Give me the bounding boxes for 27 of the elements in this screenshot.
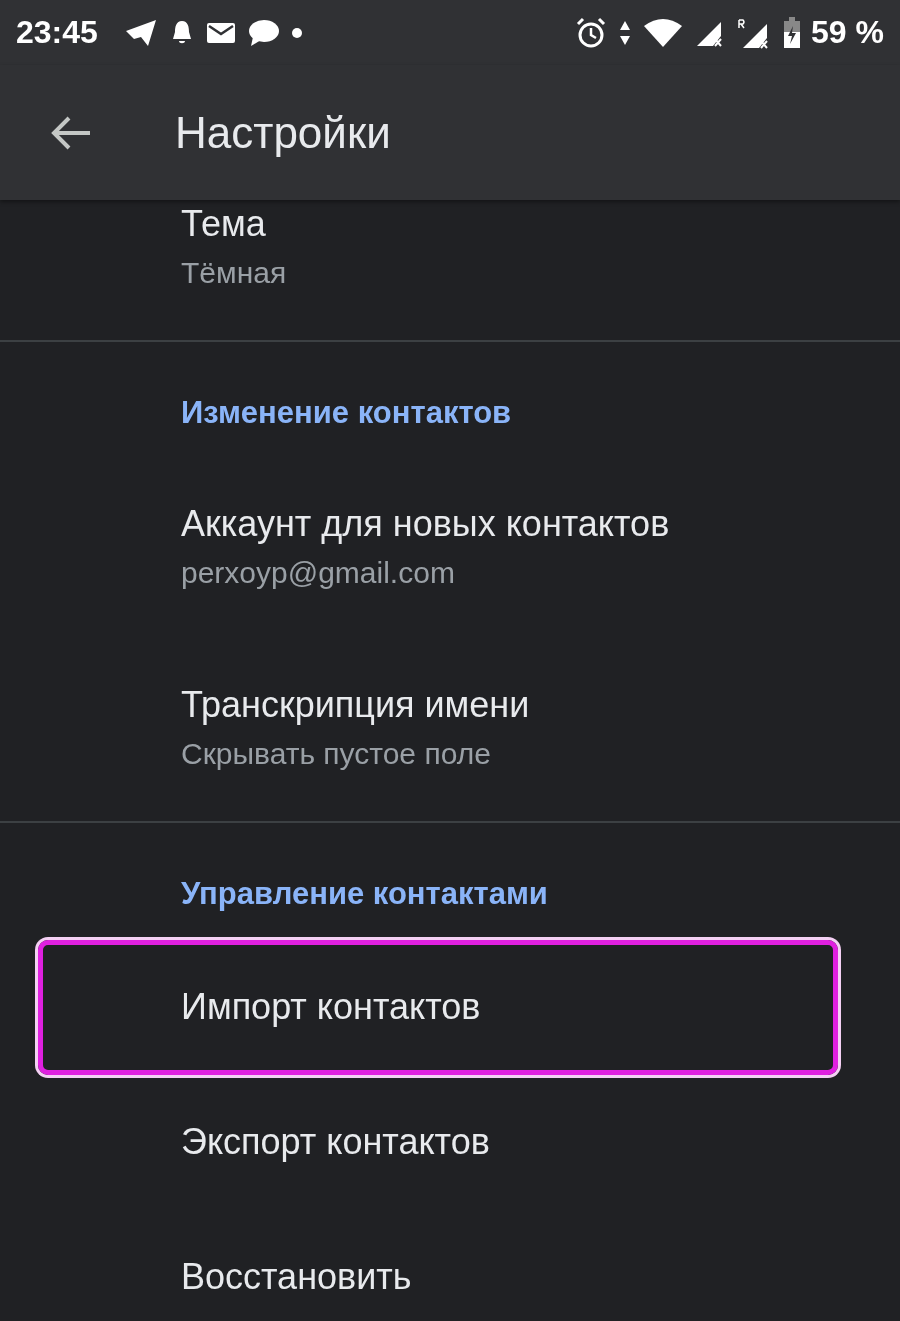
item-title: Импорт контактов — [181, 985, 482, 1029]
battery-percent: 59 % — [811, 14, 884, 51]
clock-time: 23:45 — [16, 14, 98, 51]
item-title: Транскрипция имени — [181, 683, 531, 727]
section-header: Изменение контактов — [180, 393, 513, 432]
screen-title: Настройки — [175, 107, 391, 158]
settings-item[interactable]: Восстановить — [0, 1209, 900, 1321]
settings-item[interactable]: Тема Тёмная — [0, 200, 900, 340]
item-title: Аккаунт для новых контактов — [181, 502, 671, 546]
item-title: Тема — [181, 202, 267, 246]
item-title: Восстановить — [181, 1255, 413, 1299]
settings-item[interactable]: Импорт контактов — [38, 939, 838, 1075]
item-title: Экспорт контактов — [181, 1120, 491, 1164]
settings-item[interactable]: Аккаунт для новых контактов perxoyp@gmail.com — [0, 458, 900, 640]
wifi-icon — [643, 17, 684, 48]
alarm-clock-icon — [575, 16, 608, 49]
item-value: Тёмная — [181, 255, 288, 291]
battery-charging-icon — [783, 16, 802, 49]
section-header: Управление контактами — [180, 874, 549, 913]
settings-item[interactable]: Транскрипция имени Скрывать пустое поле — [0, 639, 900, 821]
dot-icon — [291, 27, 302, 38]
item-value: perxoyp@gmail.com — [181, 555, 456, 591]
mail-icon — [205, 20, 236, 45]
settings-item[interactable]: Экспорт контактов — [0, 1074, 900, 1210]
item-value: Скрывать пустое поле — [181, 736, 492, 772]
chat-bubble-icon — [247, 17, 280, 48]
back-arrow-icon — [50, 114, 92, 151]
